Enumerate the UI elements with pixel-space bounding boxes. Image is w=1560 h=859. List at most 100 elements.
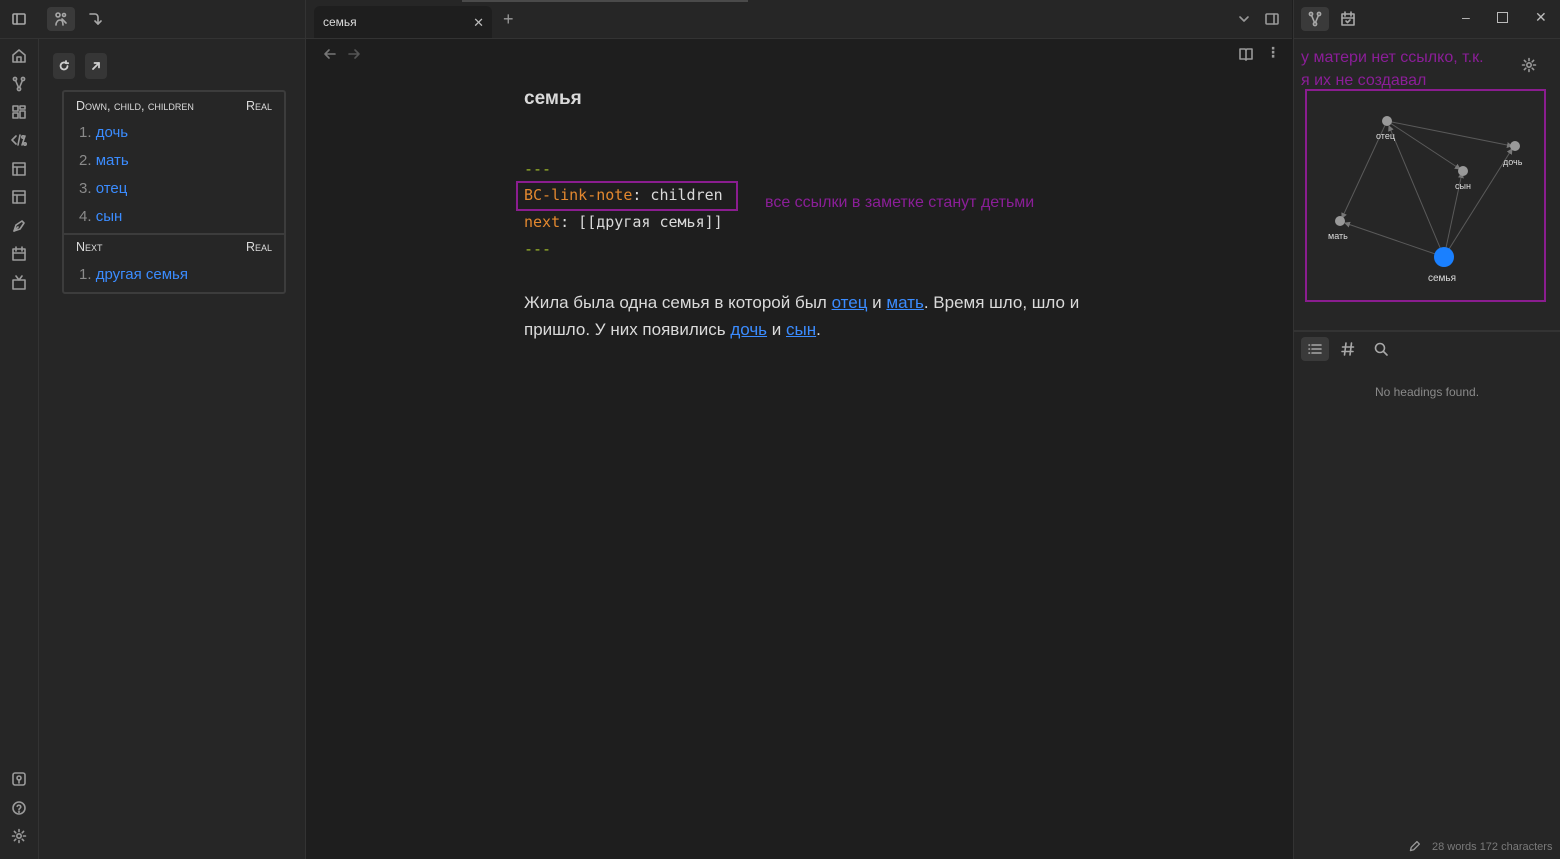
divider: [1294, 330, 1560, 332]
graph-node-label: семья: [1428, 273, 1457, 284]
dashboard-icon[interactable]: [9, 102, 29, 122]
graph-node-label: сын: [1455, 181, 1471, 191]
frontmatter-close[interactable]: ---: [524, 240, 551, 258]
section-type-label: Real: [245, 99, 272, 113]
graph-node-label: мать: [1328, 231, 1348, 241]
frontmatter-key: BC-link-note: [524, 186, 633, 204]
frontmatter-separator: :: [560, 213, 570, 231]
tab-semya[interactable]: семья ✕: [314, 6, 492, 38]
body-text: и: [767, 320, 786, 339]
divider: [64, 233, 284, 235]
maximize-icon[interactable]: [1497, 12, 1508, 23]
item-link[interactable]: отец: [96, 180, 128, 197]
graph-node[interactable]: [1458, 166, 1468, 176]
right-sidebar-toggle-icon[interactable]: [1264, 11, 1280, 32]
graph-node-current[interactable]: [1434, 247, 1454, 267]
item-number: 1.: [79, 266, 92, 283]
section-heading-down: Down, child, children: [76, 99, 194, 113]
body-text: Жила была одна семья в которой был: [524, 293, 832, 312]
frontmatter-line-bc-link-note[interactable]: BC-link-note: children: [524, 186, 723, 204]
local-graph[interactable]: отец дочь сын мать семья: [1305, 89, 1546, 302]
outline-tab-icon[interactable]: [1301, 337, 1329, 361]
internal-link[interactable]: отец: [832, 293, 868, 312]
list-item[interactable]: 1. дочь: [79, 124, 128, 141]
word-count-status: 28 words 172 characters: [1432, 841, 1553, 853]
drag-region: [462, 0, 748, 2]
frontmatter-open[interactable]: ---: [524, 160, 551, 178]
more-options-icon[interactable]: ⋮: [1266, 44, 1280, 61]
refresh-button[interactable]: [53, 53, 75, 79]
vault-icon[interactable]: [9, 769, 29, 789]
calendar-tab-icon[interactable]: [1334, 7, 1362, 31]
frontmatter-line-next[interactable]: next: [[другая семья]]: [524, 213, 723, 231]
tv-icon[interactable]: [9, 273, 29, 293]
list-item[interactable]: 2. мать: [79, 152, 129, 169]
reading-view-icon[interactable]: [1238, 46, 1254, 67]
list-item[interactable]: 3. отец: [79, 180, 127, 197]
item-link[interactable]: другая семья: [96, 266, 188, 283]
calendar-icon[interactable]: [9, 244, 29, 264]
breadcrumbs-matrix-icon[interactable]: [47, 7, 75, 31]
edit-mode-icon[interactable]: [1408, 840, 1421, 858]
list-item[interactable]: 4. сын: [79, 208, 122, 225]
annotation-line: у матери нет ссылко, т.к.: [1301, 49, 1484, 66]
note-title[interactable]: семья: [524, 88, 582, 110]
graph-node[interactable]: [1382, 116, 1392, 126]
internal-link[interactable]: сын: [786, 320, 816, 339]
pen-icon[interactable]: [9, 216, 29, 236]
tags-tab-icon[interactable]: [1334, 337, 1362, 361]
layout-icon[interactable]: [9, 159, 29, 179]
graph-node[interactable]: [1335, 216, 1345, 226]
annotation-text: все ссылки в заметке станут детьми: [765, 194, 1035, 211]
search-tab-icon[interactable]: [1367, 337, 1395, 361]
editor-pane: [306, 39, 1292, 859]
settings-icon[interactable]: [9, 826, 29, 846]
item-number: 4.: [79, 208, 92, 225]
graph-canvas[interactable]: [1307, 91, 1544, 300]
left-sidebar-header: [0, 0, 305, 39]
item-link[interactable]: дочь: [96, 124, 128, 141]
frontmatter-value: [[другая семья]]: [569, 213, 723, 231]
template-icon[interactable]: [9, 187, 29, 207]
body-text: и: [867, 293, 887, 312]
graph-edge: [1344, 221, 1445, 258]
open-link-button[interactable]: [85, 53, 107, 79]
graph-annotation: у матери нет ссылко, т.к. я их не создав…: [1301, 46, 1484, 92]
help-icon[interactable]: [9, 798, 29, 818]
internal-link[interactable]: мать: [886, 293, 923, 312]
body-text: .: [816, 320, 821, 339]
graph-settings-icon[interactable]: [1521, 57, 1537, 78]
window-close-icon[interactable]: ✕: [1535, 9, 1547, 26]
list-item[interactable]: 1. другая семья: [79, 266, 188, 283]
internal-link[interactable]: дочь: [730, 320, 767, 339]
graph-node[interactable]: [1510, 141, 1520, 151]
new-tab-icon[interactable]: +: [503, 9, 514, 30]
forward-arrow-icon[interactable]: [346, 46, 362, 67]
templater-icon[interactable]: [9, 130, 29, 150]
note-body[interactable]: Жила была одна семья в которой был отец …: [524, 289, 1104, 343]
breadcrumbs-matrix: Down, child, children Real 1. дочь 2. ма…: [62, 90, 286, 294]
jump-icon[interactable]: [80, 7, 108, 31]
frontmatter-value: children: [641, 186, 723, 204]
close-icon[interactable]: ✕: [473, 15, 484, 31]
item-link[interactable]: мать: [96, 152, 129, 169]
sidebar-toggle-icon[interactable]: [5, 7, 33, 31]
minimize-icon[interactable]: –: [1462, 9, 1470, 25]
tab-label: семья: [323, 15, 357, 29]
item-number: 3.: [79, 180, 92, 197]
section-heading-next: Next: [76, 240, 103, 254]
graph-node-label: отец: [1376, 131, 1395, 141]
graph-node-label: дочь: [1503, 157, 1523, 167]
section-type-label: Real: [245, 240, 272, 254]
item-number: 2.: [79, 152, 92, 169]
graph-view-icon[interactable]: [9, 74, 29, 94]
item-number: 1.: [79, 124, 92, 141]
chevron-down-icon[interactable]: [1236, 11, 1252, 32]
item-link[interactable]: сын: [96, 208, 123, 225]
frontmatter-key: next: [524, 213, 561, 231]
back-arrow-icon[interactable]: [322, 46, 338, 67]
home-icon[interactable]: [9, 46, 29, 66]
graph-edge: [1388, 125, 1445, 258]
ribbon: [0, 0, 39, 859]
local-graph-tab-icon[interactable]: [1301, 7, 1329, 31]
